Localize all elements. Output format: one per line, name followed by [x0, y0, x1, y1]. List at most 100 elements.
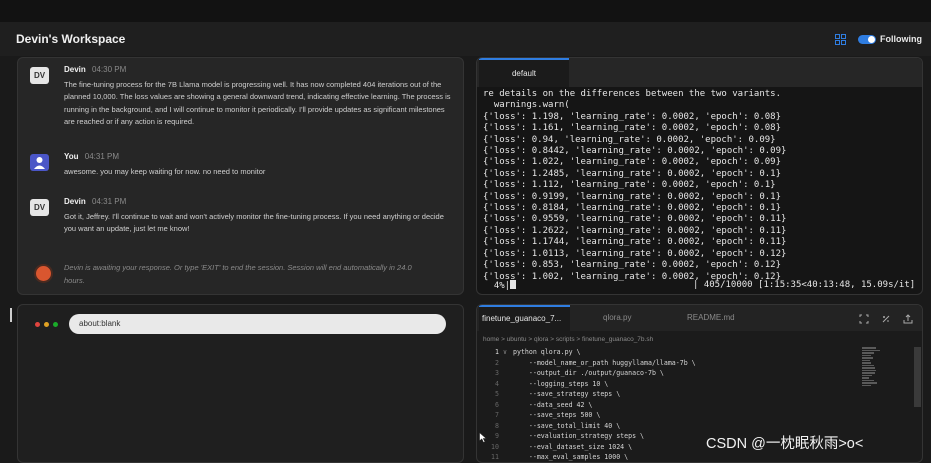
- line-number: 10: [491, 442, 499, 451]
- session-status-text: Devin is awaiting your response. Or type…: [64, 263, 412, 285]
- code-text: --output_dir ./output/guanaco-7b \: [513, 369, 664, 377]
- minimap-line: [862, 382, 877, 384]
- line-number: 3: [495, 369, 499, 377]
- line-number: 11: [491, 453, 499, 461]
- line-number: 2: [495, 358, 499, 367]
- minimap-line: [862, 374, 872, 376]
- code-text: --max_eval_samples 1000 \: [513, 453, 629, 461]
- terminal-line: {'loss': 1.0113, 'learning_rate': 0.0002…: [483, 248, 787, 259]
- code-line: 6 --data_seed 42 \: [477, 400, 897, 411]
- workspace-header: Devin's Workspace Following: [0, 22, 931, 56]
- progress-percent: 4%|: [483, 281, 511, 291]
- line-number: 1: [495, 348, 499, 356]
- terminal-line: {'loss': 0.8442, 'learning_rate': 0.0002…: [483, 146, 787, 157]
- terminal-panel: default re details on the differences be…: [476, 57, 923, 295]
- code-line: 2 --model_name_or_path huggyllama/llama-…: [477, 358, 897, 369]
- message-text: awesome. you may keep waiting for now. n…: [64, 167, 266, 176]
- code-line: 11 --max_eval_samples 1000 \: [477, 452, 897, 462]
- message-text: The fine-tuning process for the 7B Llama…: [64, 80, 451, 127]
- fold-chevron-icon[interactable]: ∨: [503, 347, 507, 358]
- tab-qlora[interactable]: qlora.py: [603, 305, 631, 331]
- editor-tab-bar: finetune_guanaco_7... qlora.py README.md: [477, 305, 922, 331]
- code-text: --eval_dataset_size 1024 \: [513, 442, 633, 451]
- minimap-line: [862, 352, 874, 354]
- browser-close-dot[interactable]: [35, 322, 40, 327]
- line-number: 6: [495, 400, 499, 409]
- message-header: Devin 04:30 PM: [64, 65, 126, 74]
- terminal-cursor: [510, 280, 517, 289]
- terminal-line: {'loss': 0.8184, 'learning_rate': 0.0002…: [483, 203, 782, 214]
- minimap-line: [862, 367, 875, 369]
- terminal-line: {'loss': 1.2485, 'learning_rate': 0.0002…: [483, 168, 782, 179]
- address-bar[interactable]: about:blank: [69, 314, 446, 334]
- terminal-line: {'loss': 0.9559, 'learning_rate': 0.0002…: [483, 214, 787, 225]
- message-time: 04:31 PM: [92, 197, 127, 206]
- watermark: CSDN @一枕眠秋雨>o<: [706, 436, 864, 452]
- chat-panel: DV Devin 04:30 PM The fine-tuning proces…: [17, 57, 464, 295]
- breadcrumb: home > ubuntu > qlora > scripts > finetu…: [483, 336, 654, 343]
- devin-avatar: DV: [30, 67, 49, 84]
- minimap-line: [862, 377, 869, 379]
- line-number: 5: [495, 390, 499, 398]
- tab-readme[interactable]: README.md: [687, 305, 735, 331]
- tab-default[interactable]: default: [479, 58, 569, 87]
- code-text: --data_seed 42 \: [513, 400, 593, 409]
- minimap[interactable]: [862, 347, 882, 397]
- terminal-line: warnings.warn(: [483, 100, 570, 111]
- layout-grid-icon[interactable]: [835, 34, 846, 45]
- editor-scrollbar[interactable]: [914, 347, 921, 407]
- following-toggle[interactable]: [858, 35, 876, 44]
- code-text: --model_name_or_path huggyllama/llama-7b…: [513, 358, 696, 367]
- minimap-line: [862, 354, 871, 356]
- message-author: Devin: [64, 197, 86, 206]
- code-text: --save_total_limit 40 \: [513, 421, 621, 430]
- terminal-line: {'loss': 1.161, 'learning_rate': 0.0002,…: [483, 123, 782, 134]
- minimap-line: [862, 347, 876, 349]
- minimap-line: [862, 362, 871, 364]
- mouse-pointer-icon: [479, 432, 487, 443]
- upload-icon[interactable]: [903, 314, 913, 324]
- browser-panel: about:blank: [17, 304, 464, 463]
- minimap-line: [862, 369, 876, 371]
- top-bar: [0, 0, 931, 22]
- minimap-line: [862, 384, 871, 386]
- line-number: 7: [495, 411, 499, 419]
- line-number: 8: [495, 421, 499, 430]
- browser-maximize-dot[interactable]: [53, 322, 58, 327]
- code-line: 1 ∨ python qlora.py \: [477, 347, 897, 358]
- minimap-line: [862, 357, 873, 359]
- code-line: 7 --save_steps 500 \: [477, 410, 897, 421]
- code-text: --logging_steps 10 \: [513, 379, 609, 388]
- progress-status: | 405/10000 [1:15:35<40:13:48, 15.09s/it…: [693, 280, 916, 290]
- terminal-line: {'loss': 0.853, 'learning_rate': 0.0002,…: [483, 260, 782, 271]
- user-avatar-icon: [30, 154, 49, 171]
- code-line: 3 --output_dir ./output/guanaco-7b \: [477, 368, 897, 379]
- terminal-output: re details on the differences between th…: [483, 89, 786, 283]
- diff-icon[interactable]: [881, 314, 891, 324]
- tab-finetune-guanaco[interactable]: finetune_guanaco_7...: [479, 305, 570, 331]
- session-status-icon: [36, 266, 51, 281]
- devin-avatar: DV: [30, 199, 49, 216]
- message-header: Devin 04:31 PM: [64, 197, 126, 206]
- workspace-title: Devin's Workspace: [16, 32, 126, 46]
- terminal-line: {'loss': 1.198, 'learning_rate': 0.0002,…: [483, 111, 782, 122]
- terminal-tab-bar: default: [477, 58, 922, 87]
- terminal-line: {'loss': 0.94, 'learning_rate': 0.0002, …: [483, 134, 776, 145]
- code-line: 5 --save_strategy steps \: [477, 389, 897, 400]
- minimap-line: [862, 349, 880, 351]
- message-header: You 04:31 PM: [64, 152, 119, 161]
- message-text: Got it, Jeffrey. I'll continue to wait a…: [64, 212, 444, 234]
- expand-icon[interactable]: [859, 314, 869, 324]
- message-author: You: [64, 152, 79, 161]
- code-text: --save_steps 500 \: [513, 411, 601, 419]
- terminal-progress: 4%| | 405/10000 [1:15:35<40:13:48, 15.09s…: [483, 280, 917, 292]
- text-cursor: [10, 308, 12, 322]
- code-text: --evaluation_strategy steps \: [513, 432, 645, 440]
- code-line: 8 --save_total_limit 40 \: [477, 421, 897, 432]
- line-number: 4: [495, 379, 499, 388]
- browser-minimize-dot[interactable]: [44, 322, 49, 327]
- terminal-line: {'loss': 1.022, 'learning_rate': 0.0002,…: [483, 157, 782, 168]
- minimap-line: [862, 379, 874, 381]
- terminal-line: {'loss': 1.2622, 'learning_rate': 0.0002…: [483, 225, 787, 236]
- minimap-line: [862, 364, 874, 366]
